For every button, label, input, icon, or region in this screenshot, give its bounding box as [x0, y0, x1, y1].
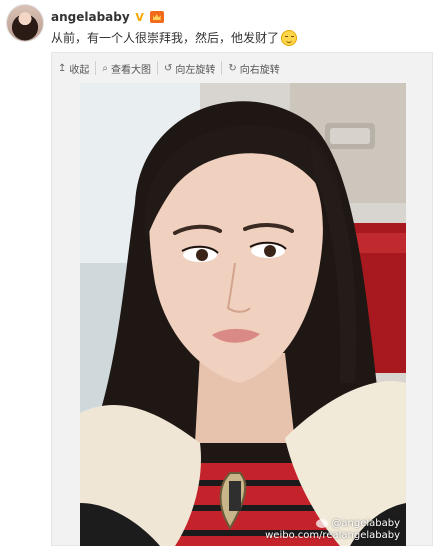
view-large-label: 查看大图	[111, 64, 151, 76]
post-header: angelababy V	[51, 8, 164, 26]
watermark: @angelababy weibo.com/realangelababy	[265, 518, 400, 542]
verified-icon: V	[135, 10, 144, 24]
weibo-logo-icon	[316, 518, 329, 528]
collapse-label: 收起	[69, 64, 90, 76]
portrait-illustration	[80, 83, 406, 546]
rotate-right-button[interactable]: ↻ 向右旋转	[221, 61, 285, 76]
view-large-button[interactable]: ⌕ 查看大图	[95, 61, 157, 76]
rotate-left-button[interactable]: ↺ 向左旋转	[157, 61, 221, 76]
rotate-right-label: 向右旋转	[239, 64, 280, 76]
media-toolbar: ↥ 收起 ⌕ 查看大图 ↺ 向左旋转 ↻ 向右旋转	[52, 53, 432, 83]
media-expanded-box: ↥ 收起 ⌕ 查看大图 ↺ 向左旋转 ↻ 向右旋转 @angelababy we…	[51, 52, 433, 546]
watermark-handle: @angelababy	[265, 518, 400, 530]
watermark-url: weibo.com/realangelababy	[265, 530, 400, 541]
rotate-right-icon: ↻	[228, 62, 237, 74]
post-text: 从前，有一个人很崇拜我，然后，他发财了	[51, 31, 280, 45]
smile-emoji-icon	[281, 29, 298, 46]
weibo-post: angelababy V 从前，有一个人很崇拜我，然后，他发财了 ↥ 收起 ⌕ …	[0, 0, 433, 546]
username-link[interactable]: angelababy	[51, 10, 130, 24]
collapse-button[interactable]: ↥ 收起	[52, 61, 95, 76]
collapse-icon: ↥	[58, 62, 67, 74]
post-photo[interactable]: @angelababy weibo.com/realangelababy	[80, 83, 406, 546]
rotate-left-label: 向左旋转	[175, 64, 216, 76]
rotate-left-icon: ↺	[164, 62, 173, 74]
post-text-row: 从前，有一个人很崇拜我，然后，他发财了	[51, 29, 298, 46]
magnifier-icon: ⌕	[102, 62, 108, 74]
avatar[interactable]	[6, 4, 44, 42]
member-crown-icon	[149, 11, 164, 23]
